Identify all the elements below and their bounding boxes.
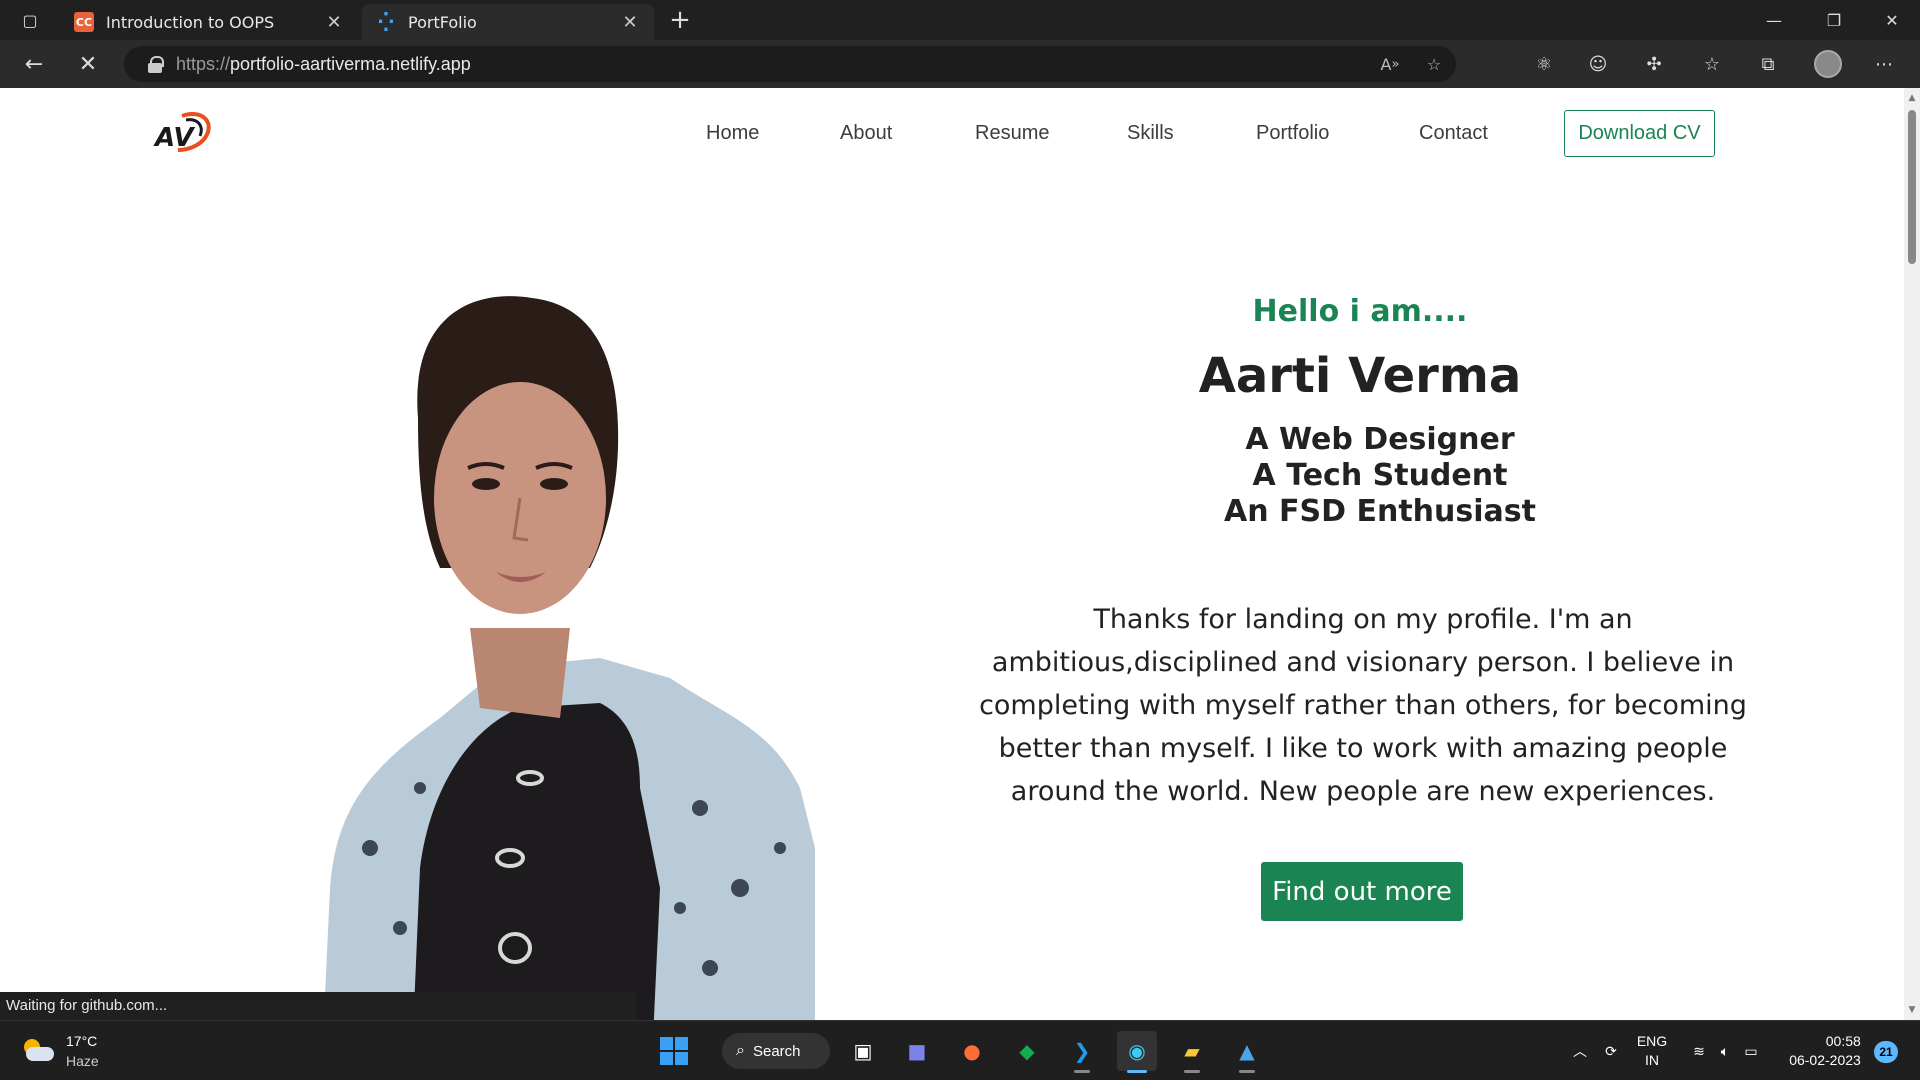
restore-button[interactable]: ❐ <box>1806 0 1862 40</box>
collections-icon[interactable]: ⧉ <box>1750 48 1786 80</box>
clock-date: 06-02-2023 <box>1789 1052 1861 1068</box>
show-hidden-icons-chevron-icon[interactable]: ︿ <box>1566 1021 1594 1081</box>
close-window-button[interactable]: ✕ <box>1864 0 1920 40</box>
language-code: ENG <box>1636 1033 1668 1049</box>
weather-condition: Haze <box>66 1053 99 1069</box>
nav-resume[interactable]: Resume <box>975 122 1049 145</box>
browser-tab-bar: ▢ CC Introduction to OOPS ✕ ⁛ PortFolio … <box>0 0 1920 40</box>
clock[interactable]: 00:58 06-02-2023 <box>1780 1021 1870 1081</box>
address-bar[interactable]: https://portfolio-aartiverma.netlify.app… <box>124 46 1456 82</box>
sync-icon[interactable]: ⟳ <box>1596 1021 1626 1081</box>
extension-avatar-icon[interactable]: ☺ <box>1580 48 1616 80</box>
region-code: IN <box>1645 1052 1659 1068</box>
loading-spinner-icon: ⁛ <box>378 11 394 33</box>
photos-icon[interactable]: ▲ <box>1227 1031 1267 1073</box>
postman-icon[interactable]: ● <box>952 1031 992 1071</box>
role-line: A Tech Student <box>1252 458 1508 493</box>
search-label: Search <box>752 1042 801 1060</box>
search-icon: ⌕ <box>736 1042 745 1059</box>
back-arrow-icon[interactable]: ← <box>16 48 52 80</box>
close-icon[interactable]: ✕ <box>620 12 640 33</box>
notification-badge[interactable]: 21 <box>1874 1041 1898 1063</box>
logo-text: AV <box>153 123 195 153</box>
extensions-icon[interactable]: ✣ <box>1636 48 1672 80</box>
av-logo-icon[interactable]: AV <box>152 110 212 154</box>
minimize-button[interactable]: — <box>1746 0 1802 40</box>
close-icon[interactable]: ✕ <box>324 12 344 33</box>
weather-widget[interactable]: 17°C Haze <box>20 1031 99 1071</box>
language-indicator[interactable]: ENG IN <box>1632 1021 1672 1081</box>
add-favorite-icon[interactable]: ☆ <box>1416 46 1452 82</box>
task-view-icon[interactable]: ▣ <box>843 1031 883 1071</box>
tab-title: Introduction to OOPS <box>106 12 275 32</box>
page-viewport: AV Home About Resume Skills Portfolio Co… <box>0 88 1904 1020</box>
nav-skills[interactable]: Skills <box>1127 122 1174 145</box>
nav-contact[interactable]: Contact <box>1419 122 1488 145</box>
scroll-down-icon[interactable]: ▼ <box>1904 1002 1920 1018</box>
find-out-more-button[interactable]: Find out more <box>1261 862 1463 921</box>
role-line: An FSD Enthusiast <box>1224 494 1536 529</box>
nav-portfolio[interactable]: Portfolio <box>1256 122 1329 145</box>
battery-icon[interactable]: ▭ <box>1738 1021 1764 1081</box>
favorites-icon[interactable]: ☆ <box>1694 48 1730 80</box>
new-tab-button[interactable]: + <box>664 6 696 34</box>
teams-chat-icon[interactable]: ■ <box>897 1031 937 1071</box>
page-scrollbar[interactable]: ▲ ▼ <box>1904 88 1920 1020</box>
tab-portfolio[interactable]: ⁛ PortFolio ✕ <box>362 4 654 40</box>
scroll-thumb[interactable] <box>1908 110 1916 264</box>
status-bar-text: Waiting for github.com... <box>0 992 636 1020</box>
edge-browser-icon[interactable]: ◉ <box>1117 1031 1157 1073</box>
nav-about[interactable]: About <box>840 122 892 145</box>
hero-bio: Thanks for landing on my profile. I'm an… <box>979 604 1747 807</box>
vscode-icon[interactable]: ❯ <box>1062 1031 1102 1073</box>
clock-time: 00:58 <box>1825 1033 1861 1049</box>
tab-actions-icon[interactable]: ▢ <box>12 8 48 32</box>
weather-temp: 17°C <box>66 1033 98 1049</box>
volume-icon[interactable]: 🔈︎ <box>1712 1021 1738 1081</box>
react-devtools-icon[interactable]: ⚛ <box>1526 48 1562 80</box>
stop-loading-icon[interactable]: ✕ <box>70 48 106 80</box>
hero-roles: A Web Designer A Tech Student An FSD Ent… <box>1100 422 1660 530</box>
start-button[interactable] <box>654 1031 694 1071</box>
read-aloud-icon[interactable]: A» <box>1372 46 1408 82</box>
profile-icon[interactable] <box>1810 48 1846 80</box>
tab-title: PortFolio <box>408 12 477 32</box>
hero-greeting: Hello i am.... <box>1252 294 1468 329</box>
windows-taskbar: 17°C Haze ⌕ Search ▣ ■ ● ◆ ❯ ◉ ▰ ▲ ︿ ⟳ E… <box>0 1020 1920 1080</box>
weather-haze-icon <box>20 1037 54 1065</box>
browser-toolbar: ← ✕ https://portfolio-aartiverma.netlify… <box>0 40 1920 88</box>
download-cv-button[interactable]: Download CV <box>1564 110 1715 157</box>
coding-ninjas-icon: CC <box>74 12 94 32</box>
url-text: https://portfolio-aartiverma.netlify.app <box>176 53 471 74</box>
nav-home[interactable]: Home <box>706 122 759 145</box>
mongodb-compass-icon[interactable]: ◆ <box>1007 1031 1047 1071</box>
more-options-icon[interactable]: ⋯ <box>1866 48 1902 80</box>
taskbar-search[interactable]: ⌕ Search <box>722 1033 830 1069</box>
lock-icon[interactable] <box>148 56 164 73</box>
file-explorer-icon[interactable]: ▰ <box>1172 1031 1212 1073</box>
tab-introduction-to-oops[interactable]: CC Introduction to OOPS ✕ <box>60 4 358 40</box>
scroll-up-icon[interactable]: ▲ <box>1904 90 1920 106</box>
hero-name: Aarti Verma <box>1198 348 1522 404</box>
role-line: A Web Designer <box>1245 422 1515 457</box>
profile-photo <box>323 296 815 1020</box>
wifi-icon[interactable]: ≋ <box>1686 1021 1712 1081</box>
windows-logo-icon <box>660 1037 688 1065</box>
